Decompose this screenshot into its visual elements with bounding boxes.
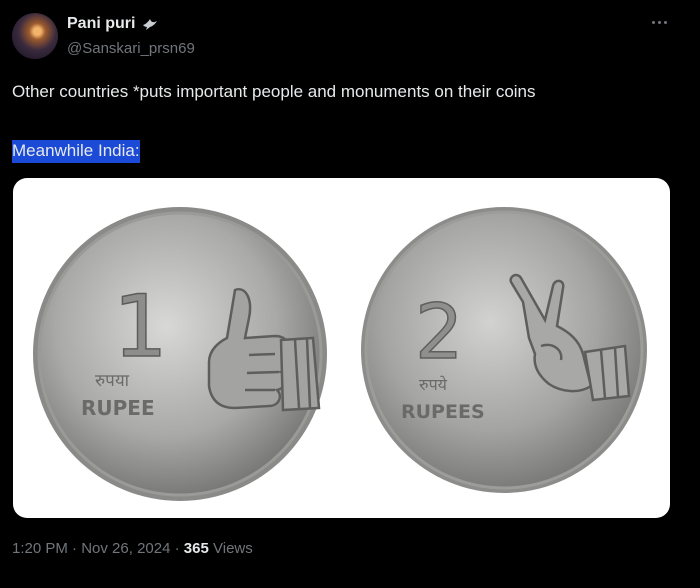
coins-photo: 1 रुपया RUPEE 2 रुपये RUPEES <box>33 207 647 501</box>
author-name-row: Pani puri <box>67 15 159 33</box>
tweet-media-image[interactable]: 1 रुपया RUPEE 2 रुपये RUPEES <box>13 178 670 518</box>
more-button[interactable] <box>648 14 670 30</box>
author-handle[interactable]: @Sanskari_prsn69 <box>67 40 195 57</box>
views-label: Views <box>213 540 253 557</box>
dove-icon <box>143 19 158 30</box>
more-horizontal-icon <box>651 20 655 24</box>
avatar[interactable] <box>12 13 58 59</box>
views-count: 365 <box>183 540 209 557</box>
one-rupee-coin: 1 रुपया RUPEE <box>33 207 327 501</box>
tweet-date[interactable]: Nov 26, 2024 <box>81 540 170 557</box>
coin-right-numeral: 2 <box>415 287 463 376</box>
meta-separator: · <box>174 540 180 557</box>
two-rupees-coin: 2 रुपये RUPEES <box>361 207 647 493</box>
meta-separator: · <box>72 540 78 557</box>
coin-left-numeral: 1 <box>113 277 168 377</box>
coin-left-english: RUPEE <box>81 396 155 420</box>
tweet-text-line-2: Meanwhile India: <box>12 140 140 163</box>
tweet-text-line-1: Other countries *puts important people a… <box>12 82 536 101</box>
tweet-meta: 1:20 PM · Nov 26, 2024 · 365 Views <box>12 540 253 557</box>
coin-left-hindi: रुपया <box>95 371 130 391</box>
tweet-time[interactable]: 1:20 PM <box>12 540 68 557</box>
author-name[interactable]: Pani puri <box>67 15 135 33</box>
coin-right-hindi: रुपये <box>419 375 448 394</box>
coin-right-english: RUPEES <box>401 401 485 423</box>
